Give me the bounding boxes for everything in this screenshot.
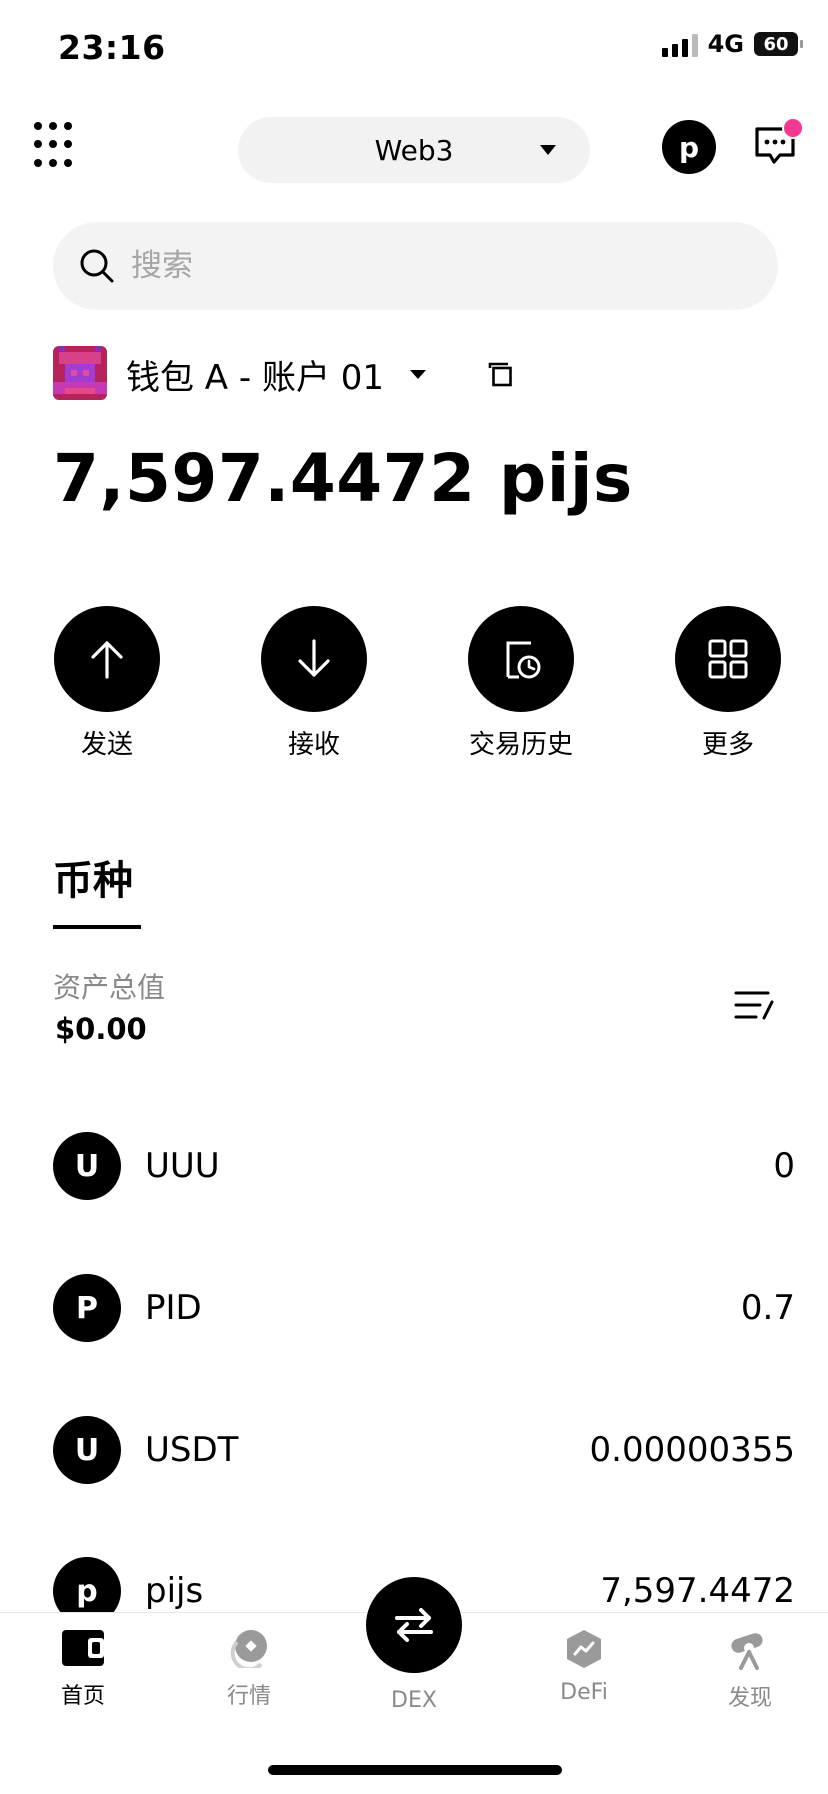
history-icon: [506, 641, 541, 679]
telescope-icon: [731, 1633, 763, 1670]
wallet-balance: 7,597.4472 pijs: [53, 440, 633, 517]
home-indicator[interactable]: [268, 1765, 562, 1775]
token-icon: U: [53, 1132, 121, 1200]
send-label: 发送: [80, 730, 133, 760]
nav-discover-label: 发现: [727, 1686, 772, 1711]
apps-menu-icon[interactable]: [34, 122, 82, 170]
token-name: PID: [145, 1288, 202, 1328]
token-amount: 0.7: [740, 1288, 795, 1328]
swap-icon: [395, 1608, 433, 1642]
grid-icon: [708, 639, 748, 679]
total-assets-label: 资产总值: [53, 971, 166, 1004]
dex-swap-button[interactable]: [366, 1577, 462, 1673]
defi-icon: [567, 1630, 601, 1668]
wallet-avatar[interactable]: [53, 346, 107, 400]
token-amount: 0: [773, 1146, 795, 1186]
search-icon: [80, 249, 114, 283]
more-label: 更多: [701, 730, 754, 760]
receive-label: 接收: [287, 730, 340, 760]
nav-dex-label[interactable]: DEX: [366, 1688, 462, 1713]
history-label: 交易历史: [468, 730, 573, 760]
token-icon: P: [53, 1274, 121, 1342]
transaction-history-button[interactable]: 交易历史: [446, 606, 596, 761]
search-input[interactable]: [129, 247, 693, 285]
wallet-home-icon: [62, 1630, 104, 1666]
battery-icon: 60: [754, 32, 803, 56]
receive-button[interactable]: 接收: [239, 606, 389, 761]
token-amount: 0.00000355: [589, 1430, 796, 1470]
nav-market-label: 行情: [226, 1684, 271, 1709]
nav-home[interactable]: 首页: [23, 1628, 143, 1710]
search-bar[interactable]: [53, 222, 778, 310]
token-amount: 7,597.4472: [600, 1571, 795, 1611]
wallet-account-selector[interactable]: 钱包 A - 账户 01: [126, 350, 427, 399]
signal-icon: [661, 31, 698, 57]
market-icon: [230, 1630, 267, 1668]
token-icon: U: [53, 1416, 121, 1484]
token-row[interactable]: U UUU 0: [53, 1130, 795, 1202]
token-name: UUU: [145, 1146, 220, 1186]
token-row[interactable]: P PID 0.7: [53, 1272, 795, 1344]
nav-defi-label: DeFi: [560, 1680, 608, 1705]
profile-avatar[interactable]: p: [662, 120, 716, 174]
notification-dot: [782, 117, 804, 139]
network-type: 4G: [707, 30, 744, 58]
copy-icon[interactable]: [486, 360, 514, 388]
nav-market[interactable]: 行情: [189, 1628, 309, 1710]
send-button[interactable]: 发送: [32, 606, 182, 761]
nav-defi[interactable]: DeFi: [524, 1628, 644, 1705]
network-selector-label: Web3: [374, 133, 454, 167]
network-selector[interactable]: Web3: [238, 117, 590, 183]
tab-active-indicator: [53, 925, 141, 929]
chevron-down-icon: [540, 145, 556, 155]
arrow-down-icon: [298, 639, 330, 677]
arrow-up-icon: [91, 641, 123, 679]
more-button[interactable]: 更多: [653, 606, 803, 761]
token-name: USDT: [145, 1430, 239, 1470]
chevron-down-icon: [410, 370, 427, 379]
wallet-name: 钱包 A - 账户 01: [126, 358, 385, 398]
total-assets-value: $0.00: [55, 1012, 147, 1046]
token-row[interactable]: U USDT 0.00000355: [53, 1414, 795, 1486]
nav-home-label: 首页: [60, 1684, 105, 1709]
nav-discover[interactable]: 发现: [690, 1628, 810, 1712]
tab-coins[interactable]: 币种: [53, 848, 133, 906]
status-indicators: 4G 60: [661, 30, 803, 58]
status-time: 23:16: [58, 28, 166, 67]
sort-filter-icon[interactable]: [734, 988, 774, 1022]
